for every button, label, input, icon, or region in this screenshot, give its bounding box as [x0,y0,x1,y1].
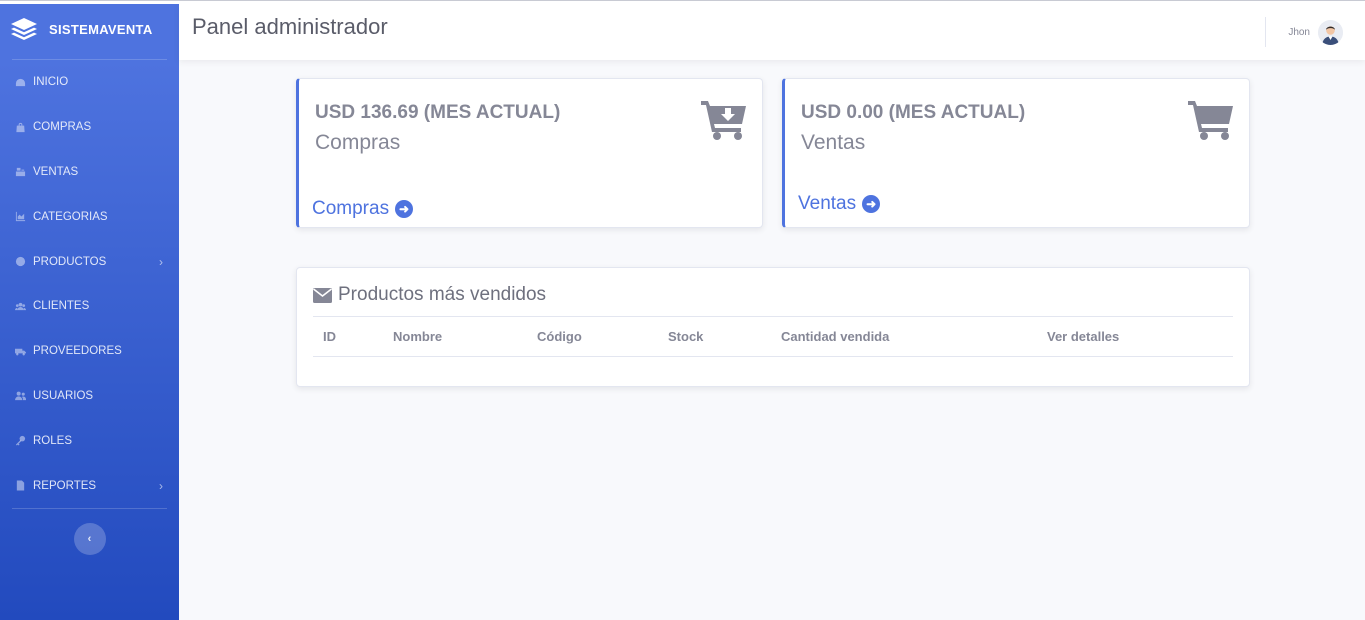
window-top-border [0,0,1365,4]
cart-arrow-down-icon [701,101,746,140]
sidebar-item-label: PROVEEDORES [33,345,122,358]
sidebar-item-label: REPORTES [33,479,97,492]
sidebar-item-label: VENTAS [33,165,79,178]
sidebar-item-usuarios[interactable]: USUARIOS [0,374,179,419]
sidebar-item-label: COMPRAS [33,121,92,134]
sidebar-item-label: USUARIOS [33,389,94,402]
dashboard-icon [13,76,27,88]
cash-register-icon [13,166,27,178]
chart-area-icon [13,211,27,223]
user-name[interactable]: Jhon [1288,27,1310,38]
user-menu[interactable]: Jhon [1265,4,1365,60]
compras-link-label: Compras [312,198,390,219]
product-icon [13,256,27,268]
ventas-label: Ventas [801,131,866,154]
sidebar-toggle-wrap: ‹ [0,522,179,555]
arrow-circle-right-icon: ➜ [395,200,414,218]
ventas-summary-card: USD 0.00 (MES ACTUAL) Ventas Ventas ➜ [782,78,1250,228]
column-header-ver-detalles[interactable]: Ver detalles [1037,316,1233,357]
sidebar-item-reportes[interactable]: REPORTES › [0,463,179,508]
compras-amount: USD 136.69 (MES ACTUAL) [315,102,561,123]
sidebar-item-roles[interactable]: ROLES [0,418,179,463]
top-products-title: Productos más vendidos [313,284,546,306]
column-header-codigo[interactable]: Código [527,316,658,357]
user-avatar-icon[interactable] [1318,19,1343,45]
user-friends-icon [13,390,27,402]
ventas-link-label: Ventas [798,193,857,214]
ventas-amount: USD 0.00 (MES ACTUAL) [801,102,1026,123]
layers-icon [11,17,37,40]
sidebar-divider [12,507,167,509]
chevron-left-icon: ‹ [87,532,92,545]
topbar: Panel administrador Jhon [179,4,1365,60]
column-header-id[interactable]: ID [313,316,383,357]
shopping-cart-icon [1188,101,1233,140]
sidebar-item-productos[interactable]: PRODUCTOS › [0,239,179,284]
chevron-right-icon: › [159,478,163,493]
sidebar-item-label: ROLES [33,434,72,447]
compras-summary-card: USD 136.69 (MES ACTUAL) Compras Compras … [296,78,763,228]
top-products-title-text: Productos más vendidos [338,284,547,305]
sidebar-item-ventas[interactable]: VENTAS [0,150,179,195]
sidebar-item-inicio[interactable]: INICIO [0,60,179,105]
chevron-right-icon: › [159,254,163,269]
arrow-circle-right-icon: ➜ [862,195,881,213]
compras-label: Compras [315,131,401,154]
sidebar-item-proveedores[interactable]: PROVEEDORES [0,329,179,374]
file-icon [13,480,27,492]
column-header-stock[interactable]: Stock [658,316,771,357]
brand-name: SISTEMAVENTA [49,22,153,37]
sidebar-item-clientes[interactable]: CLIENTES [0,284,179,329]
sidebar-item-label: PRODUCTOS [33,255,107,268]
shopping-bag-icon [13,121,27,133]
table-header-row: ID Nombre Código Stock Cantidad vendida … [313,316,1233,357]
column-header-cantidad-vendida[interactable]: Cantidad vendida [771,316,1037,357]
top-products-table: ID Nombre Código Stock Cantidad vendida … [313,316,1233,357]
sidebar-item-label: INICIO [33,76,69,89]
topbar-divider [1265,17,1267,47]
sidebar-item-categorias[interactable]: CATEGORIAS [0,194,179,239]
page-title: Panel administrador [192,14,388,39]
users-icon [13,300,27,312]
sidebar-toggle-button[interactable]: ‹ [73,522,106,555]
ventas-link[interactable]: Ventas ➜ [798,193,881,215]
key-icon [13,435,27,447]
top-products-card: Productos más vendidos ID Nombre Código … [296,267,1250,387]
compras-link[interactable]: Compras ➜ [312,198,414,220]
brand[interactable]: SISTEMAVENTA [0,0,179,59]
sidebar-nav: INICIO COMPRAS VENTAS CATEGORIAS PRODUCT… [0,60,179,508]
truck-icon [13,345,27,357]
column-header-nombre[interactable]: Nombre [383,316,527,357]
envelope-icon [313,287,332,303]
sidebar-item-label: CLIENTES [33,300,90,313]
sidebar-item-compras[interactable]: COMPRAS [0,105,179,150]
sidebar-item-label: CATEGORIAS [33,210,108,223]
sidebar: SISTEMAVENTA INICIO COMPRAS VENTAS CATEG… [0,0,179,620]
